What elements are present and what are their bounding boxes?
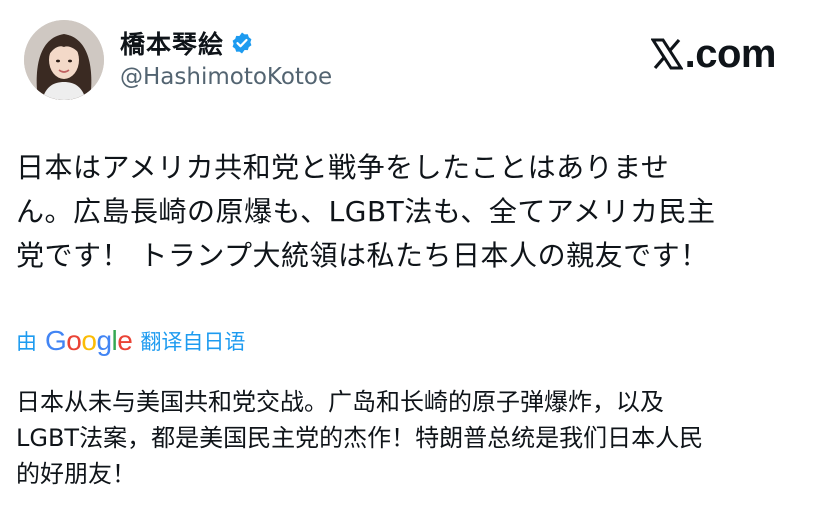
translation-suffix: 翻译自日语 <box>140 330 246 354</box>
google-logo: Google <box>45 325 133 356</box>
tweet-original-text: 日本はアメリカ共和党と戦争をしたことはありませ ん。広島長崎の原爆も、LGBT法… <box>16 146 796 278</box>
site-logo[interactable]: .com <box>650 32 777 76</box>
tweet-text-line: 党です！ トランプ大統領は私たち日本人の親友です！ <box>16 239 709 272</box>
author-identity: 橋本琴絵 @HashimotoKotoe <box>120 26 332 90</box>
translation-attribution[interactable]: 由 Google 翻译自日语 <box>16 326 245 356</box>
avatar-image <box>24 20 104 100</box>
tweet-text-line: 日本はアメリカ共和党と戦争をしたことはありませ <box>16 151 670 184</box>
translated-text-line: 日本从未与美国共和党交战。广岛和长崎的原子弹爆炸，以及 <box>16 388 664 416</box>
author-handle[interactable]: @HashimotoKotoe <box>120 64 332 90</box>
tweet-text-line: ん。広島長崎の原爆も、LGBT法も、全てアメリカ民主 <box>16 195 716 228</box>
site-logo-text: .com <box>684 32 777 76</box>
display-name-row: 橋本琴絵 <box>120 26 332 60</box>
x-logo-icon <box>650 38 683 70</box>
author-display-name[interactable]: 橋本琴絵 <box>120 25 224 61</box>
verified-badge-icon <box>230 31 254 55</box>
tweet-translated-text: 日本从未与美国共和党交战。广岛和长崎的原子弹爆炸，以及 LGBT法案，都是美国民… <box>16 384 806 492</box>
tweet-header: 橋本琴絵 @HashimotoKotoe .com <box>24 20 794 102</box>
tweet-card: 橋本琴絵 @HashimotoKotoe .com 日本はアメリカ共和党と戦争を… <box>0 0 813 530</box>
translation-prefix: 由 <box>16 330 37 354</box>
translated-text-line: LGBT法案，都是美国民主党的杰作！特朗普总统是我们日本人民 <box>16 424 704 452</box>
translated-text-line: 的好朋友！ <box>16 460 136 488</box>
avatar[interactable] <box>24 20 104 100</box>
